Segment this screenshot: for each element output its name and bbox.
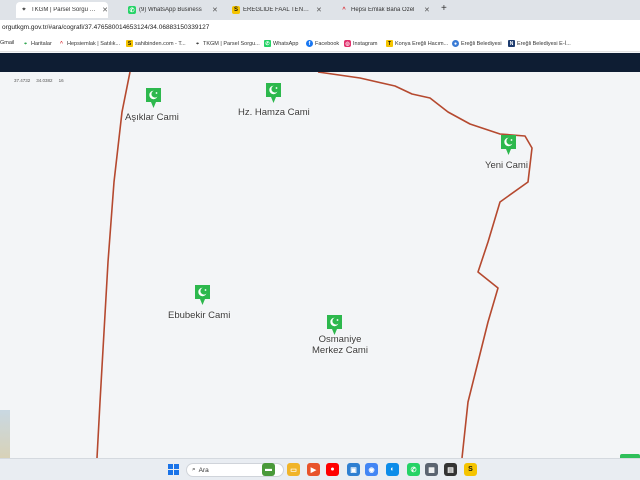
tab-bar: ⌖ TKGM | Parsel Sorgu Uygulama ✕ ✆ (9) W… <box>0 0 640 20</box>
bookmark-tkgm[interactable]: ⌖ TKGM | Parsel Sorgu... <box>194 40 260 47</box>
bookmark-label: WhatsApp <box>273 40 299 47</box>
tab-label: EREĞLİDE FAAL TENEKE FABRİK <box>243 7 311 13</box>
bookmark-whatsapp[interactable]: ✆ WhatsApp <box>264 40 298 47</box>
mosque-marker-osmaniye[interactable] <box>326 314 343 336</box>
url-text[interactable]: orgutkgm.gov.tr/#ara/cografi/37.47658001… <box>2 24 209 31</box>
calculator-icon[interactable]: ▦ <box>425 463 438 476</box>
whatsapp-icon[interactable]: ✆ <box>407 463 420 476</box>
search-icon: ⌕ <box>192 466 196 473</box>
bookmark-label: Instagram <box>353 40 378 47</box>
chrome-icon[interactable]: ◉ <box>365 463 378 476</box>
whatsapp-icon: ✆ <box>264 40 271 47</box>
tab-teneke[interactable]: S EREĞLİDE FAAL TENEKE FABRİK ✕ <box>228 2 326 18</box>
tab-tkgm[interactable]: ⌖ TKGM | Parsel Sorgu Uygulama ✕ <box>16 2 108 18</box>
bookmark-label: Gmail <box>0 40 15 46</box>
tkgm-pin-icon: ⌖ <box>22 6 26 13</box>
bookmark-label: Ereğli Belediyesi E-İ... <box>517 40 571 47</box>
zoom-value: 16 <box>58 77 64 83</box>
bookmark-label: Konya Ereğli Hacım... <box>395 40 449 47</box>
widget-car-icon[interactable]: ▬ <box>262 463 275 476</box>
bookmark-sahibinden[interactable]: S sahibinden.com - T... <box>126 40 186 47</box>
tab-whatsapp[interactable]: ✆ (9) WhatsApp Business ✕ <box>124 2 220 18</box>
bookmark-facebook[interactable]: f Facebook <box>306 40 339 47</box>
close-icon[interactable]: ✕ <box>424 6 430 14</box>
address-bar[interactable]: orgutkgm.gov.tr/#ara/cografi/37.47658001… <box>0 20 640 37</box>
instagram-icon: ◎ <box>344 40 351 47</box>
sahibinden-s-icon: S <box>126 40 133 47</box>
bookmark-haritalar[interactable]: ⌖ Haritalar <box>22 40 52 47</box>
search-label: Ara <box>198 466 209 474</box>
site-header-band <box>0 53 640 72</box>
t-letter-icon: T <box>386 40 393 47</box>
taskbar: ⌕ Ara ▬ ▭ ▶ ● ▣ ◉ ◐ ✆ ▦ ▤ S <box>0 458 640 480</box>
latitude-value: 37.4732 <box>14 77 31 83</box>
mosque-marker-yeni[interactable] <box>500 134 517 156</box>
mosque-marker-asiklar[interactable] <box>145 87 162 109</box>
mosque-label-asiklar: Aşıklar Cami <box>125 112 179 123</box>
mosque-label-osmaniye: Osmaniye Merkez Cami <box>312 334 368 356</box>
bookmark-label: sahibinden.com - T... <box>135 40 186 47</box>
coordinate-readout: 37.4732 34.0382 16 <box>4 74 76 86</box>
windows-start-icon[interactable] <box>168 464 179 475</box>
bookmark-label: Haritalar <box>31 40 52 47</box>
ms-store-icon[interactable]: ▣ <box>347 463 360 476</box>
map-view[interactable]: 37.4732 34.0382 16 Aşıklar Cami Hz. Hamz… <box>0 72 640 458</box>
edge-icon[interactable]: ◐ <box>386 463 399 476</box>
facebook-icon: f <box>306 40 313 47</box>
photos-icon[interactable]: ▤ <box>444 463 457 476</box>
new-tab-button[interactable]: + <box>441 3 447 14</box>
bookmark-label: Facebook <box>315 40 340 47</box>
bookmark-instagram[interactable]: ◎ Instagram <box>344 40 377 47</box>
file-explorer-icon[interactable]: ▭ <box>287 463 300 476</box>
bookmark-eregli-belediyesi-e[interactable]: N Ereğli Belediyesi E-İ... <box>508 40 571 47</box>
bookmarks-bar: Gmail ⌖ Haritalar ^ Hepsiemlak | Satılık… <box>0 37 640 52</box>
parcel-boundary <box>96 72 533 458</box>
n-letter-icon: N <box>508 40 515 47</box>
close-icon[interactable]: ✕ <box>102 6 108 14</box>
bookmark-konya-eregli[interactable]: T Konya Ereğli Hacım... <box>386 40 448 47</box>
bookmark-gmail[interactable]: Gmail <box>0 40 14 46</box>
bookmark-label: Hepsiemlak | Satılık... <box>67 40 121 47</box>
tkgm-pin-icon: ⌖ <box>196 40 199 47</box>
sahibinden-s-icon[interactable]: S <box>464 463 477 476</box>
youtube-icon[interactable]: ● <box>326 463 339 476</box>
screen: ⌖ TKGM | Parsel Sorgu Uygulama ✕ ✆ (9) W… <box>0 0 640 480</box>
tab-label: TKGM | Parsel Sorgu Uygulama <box>31 7 97 13</box>
mosque-pin-icon <box>146 88 161 108</box>
mosque-pin-icon <box>327 315 342 335</box>
maps-pin-icon: ⌖ <box>24 40 27 47</box>
hepsiemlak-roof-icon: ^ <box>342 7 346 13</box>
bookmark-hepsiemlak[interactable]: ^ Hepsiemlak | Satılık... <box>58 40 120 47</box>
whatsapp-icon: ✆ <box>128 6 136 14</box>
longitude-value: 34.0382 <box>36 77 53 83</box>
close-icon[interactable]: ✕ <box>212 6 218 14</box>
mosque-marker-hz-hamza[interactable] <box>265 82 282 104</box>
bookmark-label: Ereğli Belediyesi <box>461 40 502 47</box>
mosque-pin-icon <box>266 83 281 103</box>
tab-label: (9) WhatsApp Business <box>139 7 202 13</box>
hepsiemlak-roof-icon: ^ <box>60 40 63 47</box>
close-icon[interactable]: ✕ <box>316 6 322 14</box>
bookmark-eregli-belediyesi[interactable]: ● Ereğli Belediyesi <box>452 40 502 47</box>
tab-hepsiemlak[interactable]: ^ Hepsi Emlak Bana Özel ✕ <box>336 2 436 18</box>
tab-label: Hepsi Emlak Bana Özel <box>351 7 415 13</box>
bookmark-label: TKGM | Parsel Sorgu... <box>203 40 260 47</box>
mosque-label-yeni: Yeni Cami <box>485 160 528 171</box>
layer-thumbnail[interactable] <box>0 410 10 458</box>
mosque-label-ebubekir: Ebubekir Cami <box>168 310 231 321</box>
mosque-pin-icon <box>501 135 516 155</box>
mosque-pin-icon <box>195 285 210 305</box>
media-player-icon[interactable]: ▶ <box>307 463 320 476</box>
municipality-icon: ● <box>452 40 459 47</box>
mosque-marker-ebubekir[interactable] <box>194 284 211 306</box>
mosque-label-hz-hamza: Hz. Hamza Cami <box>238 107 310 118</box>
sahibinden-s-icon: S <box>232 6 240 14</box>
